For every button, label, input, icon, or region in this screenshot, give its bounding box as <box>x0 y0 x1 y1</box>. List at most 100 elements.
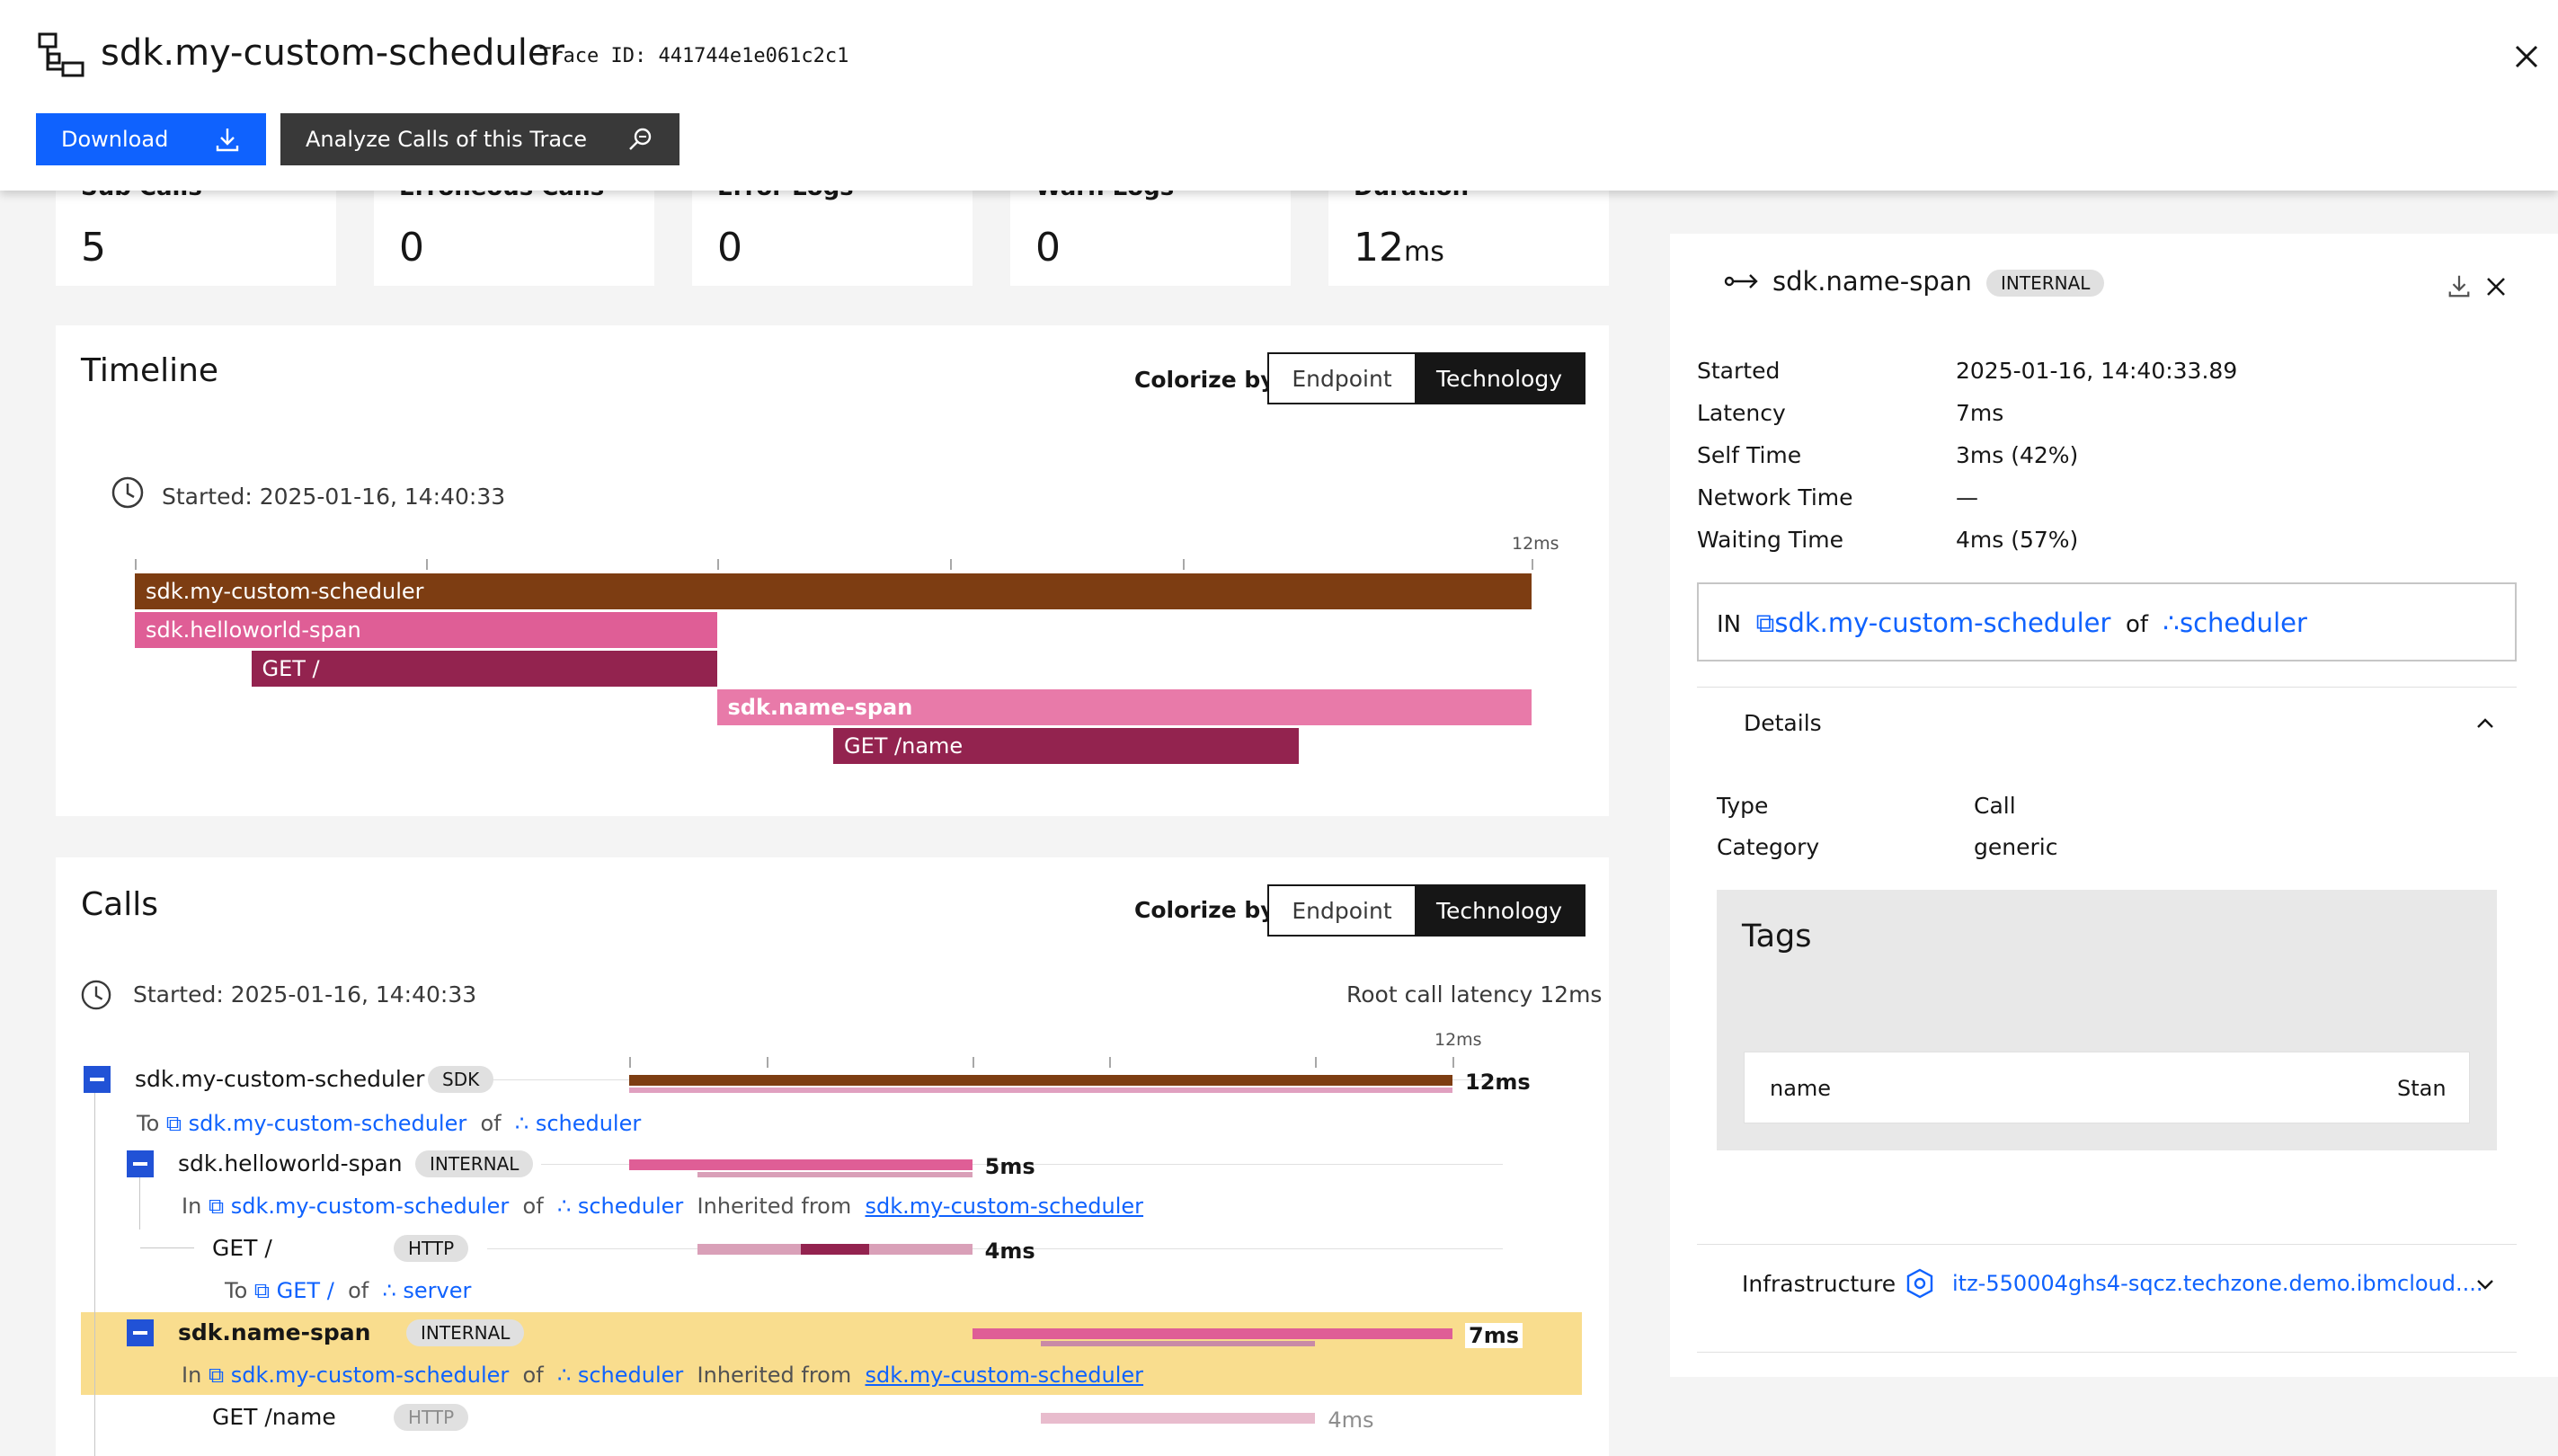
divider <box>1697 687 2517 688</box>
stat-value: 0 <box>399 225 424 271</box>
detail-type-value: Call <box>1974 793 2016 819</box>
stat-value: 0 <box>717 225 742 271</box>
call-context: In ⧉ sdk.my-custom-scheduler of ∴ schedu… <box>182 1363 1144 1388</box>
timeline-tick <box>135 559 137 570</box>
root-call-latency: Root call latency 12ms <box>1346 981 1603 1008</box>
infrastructure-link[interactable]: itz-550004ghs4-sqcz.techzone.demo.ibmclo… <box>1952 1271 2483 1296</box>
field-value: 4ms (57%) <box>1956 527 2079 553</box>
call-self-bar <box>800 1244 870 1255</box>
call-context: In ⧉ sdk.my-custom-scheduler of ∴ schedu… <box>182 1194 1144 1219</box>
call-name[interactable]: sdk.my-custom-scheduler <box>135 1066 424 1092</box>
stat-value: 5 <box>81 225 106 271</box>
calls-end-tick: 12ms <box>1434 1030 1482 1050</box>
colorize-technology-option[interactable]: Technology <box>1415 354 1584 403</box>
stat-value: 12ms <box>1354 225 1444 271</box>
infrastructure-accordion[interactable]: Infrastructure itz-550004ghs4-sqcz.techz… <box>1697 1249 2517 1318</box>
calls-tick <box>1315 1057 1318 1068</box>
colorize-endpoint-option[interactable]: Endpoint <box>1269 886 1415 935</box>
service-link[interactable]: ∴scheduler <box>2163 608 2307 638</box>
field-value: 2025-01-16, 14:40:33.89 <box>1956 358 2238 384</box>
field-value: — <box>1956 484 1978 510</box>
download-button-label: Download <box>61 127 169 152</box>
tags-title: Tags <box>1742 919 1812 954</box>
detail-kind-tag: INTERNAL <box>1986 270 2105 297</box>
service-link[interactable]: ∴ scheduler <box>515 1111 641 1136</box>
collapse-button[interactable] <box>127 1319 154 1346</box>
call-context: To ⧉ sdk.my-custom-scheduler of ∴ schedu… <box>137 1111 642 1136</box>
calls-tick <box>1109 1057 1112 1068</box>
field-label: Latency <box>1697 400 1786 426</box>
call-duration-label: 12ms <box>1465 1070 1531 1095</box>
call-duration-label: 4ms <box>1328 1407 1374 1433</box>
close-icon[interactable] <box>2511 41 2542 72</box>
timeline-bar[interactable]: sdk.my-custom-scheduler <box>135 573 1532 609</box>
colorize-technology-option[interactable]: Technology <box>1415 886 1584 935</box>
call-tag: INTERNAL <box>415 1150 534 1177</box>
trace-title: sdk.my-custom-scheduler <box>101 32 564 74</box>
call-duration-bar <box>629 1075 1452 1086</box>
download-icon[interactable] <box>2447 273 2472 298</box>
inherited-from-link[interactable]: sdk.my-custom-scheduler <box>866 1363 1144 1388</box>
colorize-endpoint-option[interactable]: Endpoint <box>1269 354 1415 403</box>
collapse-button[interactable] <box>84 1066 111 1093</box>
service-link[interactable]: ∴ scheduler <box>557 1363 683 1388</box>
analyze-calls-button[interactable]: Analyze Calls of this Trace <box>280 113 679 165</box>
timeline-bar[interactable]: sdk.name-span <box>716 689 1532 725</box>
call-name[interactable]: GET / <box>212 1235 272 1261</box>
field-label: Started <box>1697 358 1781 384</box>
detail-type-label: Type <box>1717 793 1769 819</box>
calls-panel: Calls Colorize by Endpoint Technology St… <box>56 857 1609 1456</box>
tree-line <box>140 1247 194 1248</box>
timeline-panel: Timeline Colorize by Endpoint Technology… <box>56 325 1609 816</box>
service-link[interactable]: ∴ scheduler <box>557 1194 683 1219</box>
clock-icon <box>111 476 144 509</box>
calls-tick <box>972 1057 974 1068</box>
calls-tick <box>766 1057 768 1068</box>
download-icon <box>216 129 239 152</box>
call-duration-bar <box>629 1159 973 1170</box>
call-tag: HTTP <box>394 1404 469 1431</box>
timeline-bar[interactable]: sdk.helloworld-span <box>135 612 717 648</box>
call-name[interactable]: sdk.name-span <box>178 1319 370 1345</box>
divider <box>1697 1244 2517 1245</box>
close-icon[interactable] <box>2484 275 2508 298</box>
detail-category-value: generic <box>1974 834 2058 860</box>
endpoint-link[interactable]: ⧉sdk.my-custom-scheduler <box>1756 608 2111 638</box>
timeline-bar[interactable]: GET / <box>251 651 717 687</box>
context-line: IN ⧉sdk.my-custom-scheduler of ∴schedule… <box>1717 608 2307 638</box>
tags-section: Tags name Stan <box>1717 890 2497 1150</box>
endpoint-link[interactable]: ⧉ GET / <box>254 1278 334 1303</box>
call-child-bar <box>697 1172 973 1177</box>
endpoint-link[interactable]: ⧉ sdk.my-custom-scheduler <box>209 1363 509 1388</box>
tag-value: Stan <box>2397 1076 2447 1101</box>
call-name[interactable]: GET /name <box>212 1404 336 1430</box>
call-name[interactable]: sdk.helloworld-span <box>178 1150 403 1176</box>
stat-value: 0 <box>1035 225 1061 271</box>
service-link[interactable]: ∴ server <box>382 1278 471 1303</box>
collapse-button[interactable] <box>127 1150 154 1177</box>
download-button[interactable]: Download <box>36 113 266 165</box>
colorize-label: Colorize by <box>1134 367 1275 393</box>
chevron-down-icon <box>2477 1280 2493 1290</box>
calls-title: Calls <box>81 886 158 923</box>
details-title: Details <box>1744 710 1822 736</box>
tree-line <box>94 1080 95 1456</box>
endpoint-link[interactable]: ⧉ sdk.my-custom-scheduler <box>166 1111 466 1136</box>
span-icon <box>1724 274 1758 289</box>
details-accordion-header[interactable]: Details <box>1697 692 2517 755</box>
detail-category-label: Category <box>1717 834 1820 860</box>
search-analyze-icon <box>629 128 652 150</box>
call-duration-bar <box>972 1328 1452 1339</box>
timeline-tick <box>1182 559 1185 570</box>
calls-tick <box>629 1057 631 1068</box>
timeline-started: Started: 2025-01-16, 14:40:33 <box>162 484 506 510</box>
field-label: Self Time <box>1697 442 1802 468</box>
timeline-bar[interactable]: GET /name <box>833 728 1299 764</box>
tag-row: name Stan <box>1744 1052 2470 1123</box>
inherited-from-link[interactable]: sdk.my-custom-scheduler <box>866 1194 1144 1219</box>
call-duration-label: 7ms <box>1465 1323 1523 1348</box>
call-duration-label: 4ms <box>984 1238 1035 1264</box>
timeline-title: Timeline <box>81 352 219 389</box>
detail-span-name: sdk.name-span <box>1772 266 1972 297</box>
endpoint-link[interactable]: ⧉ sdk.my-custom-scheduler <box>209 1194 509 1219</box>
